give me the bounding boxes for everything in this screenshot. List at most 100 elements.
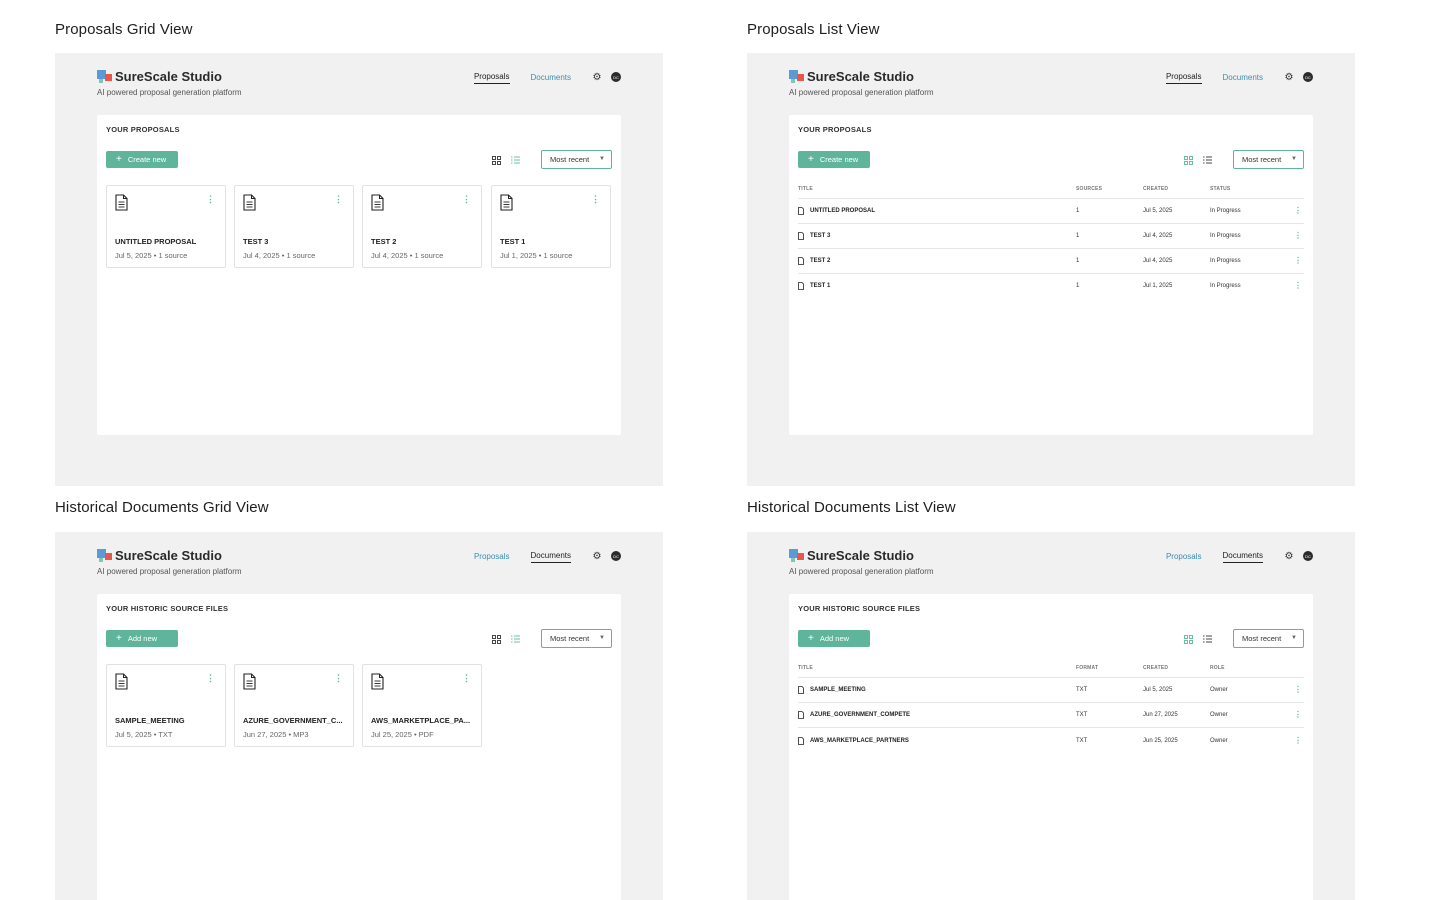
proposal-card[interactable]: ⋮ UNTITLED PROPOSAL Jul 5, 2025 • 1 sour… bbox=[106, 185, 226, 268]
sort-select[interactable]: Most recent ▼ bbox=[541, 150, 612, 169]
column-header-title[interactable]: TITLE bbox=[798, 186, 813, 192]
more-options-icon[interactable]: ⋮ bbox=[1294, 710, 1302, 719]
gear-icon[interactable]: ⚙ bbox=[592, 72, 602, 83]
more-options-icon[interactable]: ⋮ bbox=[206, 673, 215, 684]
more-options-icon[interactable]: ⋮ bbox=[206, 194, 215, 205]
nav-tab-documents[interactable]: Documents bbox=[530, 549, 571, 563]
row-title: SAMPLE_MEETING bbox=[810, 687, 866, 693]
column-header-title[interactable]: TITLE bbox=[798, 665, 813, 671]
sort-select-value: Most recent bbox=[550, 155, 590, 164]
panel-title: YOUR HISTORIC SOURCE FILES bbox=[798, 604, 921, 613]
document-icon bbox=[798, 207, 804, 215]
gear-icon[interactable]: ⚙ bbox=[1284, 551, 1294, 562]
panel-title: YOUR HISTORIC SOURCE FILES bbox=[106, 604, 229, 613]
grid-view-icon[interactable] bbox=[1183, 155, 1193, 165]
more-options-icon[interactable]: ⋮ bbox=[591, 194, 600, 205]
nav-tab-documents[interactable]: Documents bbox=[1223, 71, 1263, 84]
more-options-icon[interactable]: ⋮ bbox=[1294, 231, 1302, 240]
row-role: Owner bbox=[1210, 738, 1228, 744]
table-row[interactable]: UNTITLED PROPOSAL 1 Jul 5, 2025 In Progr… bbox=[798, 199, 1304, 224]
nav-tab-proposals[interactable]: Proposals bbox=[473, 70, 510, 84]
list-view-icon[interactable] bbox=[1202, 634, 1212, 644]
sort-select-value: Most recent bbox=[1242, 634, 1282, 643]
app-logo[interactable]: SureScale Studio bbox=[97, 548, 222, 563]
grid-view-icon[interactable] bbox=[491, 634, 501, 644]
document-icon bbox=[500, 194, 513, 211]
more-options-icon[interactable]: ⋮ bbox=[462, 194, 471, 205]
add-new-label: Add new bbox=[127, 634, 158, 643]
column-header-role[interactable]: ROLE bbox=[1210, 665, 1225, 671]
column-header-created[interactable]: CREATED bbox=[1143, 665, 1168, 671]
table-row[interactable]: TEST 2 1 Jul 4, 2025 In Progress ⋮ bbox=[798, 249, 1304, 274]
more-options-icon[interactable]: ⋮ bbox=[462, 673, 471, 684]
document-card[interactable]: ⋮ SAMPLE_MEETING Jul 5, 2025 • TXT bbox=[106, 664, 226, 747]
card-meta: Jul 4, 2025 • 1 source bbox=[243, 251, 316, 260]
nav-tab-proposals[interactable]: Proposals bbox=[1165, 70, 1202, 84]
more-options-icon[interactable]: ⋮ bbox=[1294, 256, 1302, 265]
proposal-card[interactable]: ⋮ TEST 3 Jul 4, 2025 • 1 source bbox=[234, 185, 354, 268]
create-new-button[interactable]: + Create new bbox=[106, 151, 178, 168]
list-view-icon[interactable] bbox=[510, 634, 520, 644]
table-row[interactable]: SAMPLE_MEETING TXT Jul 5, 2025 Owner ⋮ bbox=[798, 678, 1304, 703]
more-options-icon[interactable]: ⋮ bbox=[1294, 736, 1302, 745]
row-title: TEST 2 bbox=[810, 258, 831, 264]
document-icon bbox=[798, 282, 804, 290]
document-icon bbox=[798, 232, 804, 240]
table-row[interactable]: TEST 3 1 Jul 4, 2025 In Progress ⋮ bbox=[798, 224, 1304, 249]
proposal-card[interactable]: ⋮ TEST 1 Jul 1, 2025 • 1 source bbox=[491, 185, 611, 268]
card-title: UNTITLED PROPOSAL bbox=[115, 237, 197, 246]
grid-view-icon[interactable] bbox=[1183, 634, 1193, 644]
app-logo[interactable]: SureScale Studio bbox=[789, 548, 914, 563]
column-header-sources[interactable]: SOURCES bbox=[1076, 186, 1102, 192]
column-header-created[interactable]: CREATED bbox=[1143, 186, 1168, 192]
more-options-icon[interactable]: ⋮ bbox=[1294, 206, 1302, 215]
list-view-icon[interactable] bbox=[510, 155, 520, 165]
document-icon bbox=[798, 686, 804, 694]
card-meta: Jul 5, 2025 • TXT bbox=[115, 730, 173, 739]
card-title: AWS_MARKETPLACE_PA... bbox=[371, 716, 471, 725]
row-sources: 1 bbox=[1076, 283, 1080, 289]
table-row[interactable]: AZURE_GOVERNMENT_COMPETE TXT Jun 27, 202… bbox=[798, 703, 1304, 728]
proposal-card[interactable]: ⋮ TEST 2 Jul 4, 2025 • 1 source bbox=[362, 185, 482, 268]
nav-tab-documents[interactable]: Documents bbox=[1222, 549, 1263, 563]
gear-icon[interactable]: ⚙ bbox=[592, 551, 602, 562]
row-sources: 1 bbox=[1076, 233, 1080, 239]
list-view-icon[interactable] bbox=[1202, 155, 1212, 165]
gear-icon[interactable]: ⚙ bbox=[1284, 72, 1294, 83]
avatar[interactable]: DC bbox=[1303, 551, 1313, 561]
sort-select[interactable]: Most recent ▼ bbox=[541, 629, 612, 648]
add-new-button[interactable]: + Add new bbox=[798, 630, 870, 647]
document-icon bbox=[371, 673, 384, 690]
avatar[interactable]: DC bbox=[1303, 72, 1313, 82]
app-logo[interactable]: SureScale Studio bbox=[97, 69, 222, 84]
nav-tab-documents[interactable]: Documents bbox=[531, 71, 571, 84]
add-new-button[interactable]: + Add new bbox=[106, 630, 178, 647]
avatar[interactable]: DC bbox=[611, 72, 621, 82]
create-new-button[interactable]: + Create new bbox=[798, 151, 870, 168]
app-logo[interactable]: SureScale Studio bbox=[789, 69, 914, 84]
sort-select[interactable]: Most recent ▼ bbox=[1233, 629, 1304, 648]
more-options-icon[interactable]: ⋮ bbox=[1294, 281, 1302, 290]
column-header-status[interactable]: STATUS bbox=[1210, 186, 1230, 192]
nav-tab-proposals[interactable]: Proposals bbox=[474, 550, 510, 563]
create-new-label: Create new bbox=[819, 155, 859, 164]
proposals-panel: YOUR PROPOSALS + Create new Most recent … bbox=[789, 115, 1313, 435]
app-name: SureScale Studio bbox=[115, 69, 222, 84]
document-card[interactable]: ⋮ AWS_MARKETPLACE_PA... Jul 25, 2025 • P… bbox=[362, 664, 482, 747]
more-options-icon[interactable]: ⋮ bbox=[334, 194, 343, 205]
avatar[interactable]: DC bbox=[611, 551, 621, 561]
table-row[interactable]: TEST 1 1 Jul 1, 2025 In Progress ⋮ bbox=[798, 274, 1304, 299]
more-options-icon[interactable]: ⋮ bbox=[1294, 685, 1302, 694]
card-title: AZURE_GOVERNMENT_C... bbox=[243, 716, 343, 725]
more-options-icon[interactable]: ⋮ bbox=[334, 673, 343, 684]
grid-view-icon[interactable] bbox=[491, 155, 501, 165]
card-meta: Jul 5, 2025 • 1 source bbox=[115, 251, 188, 260]
nav-tab-proposals[interactable]: Proposals bbox=[1166, 550, 1202, 563]
document-icon bbox=[798, 737, 804, 745]
sort-select[interactable]: Most recent ▼ bbox=[1233, 150, 1304, 169]
document-card[interactable]: ⋮ AZURE_GOVERNMENT_C... Jun 27, 2025 • M… bbox=[234, 664, 354, 747]
column-header-format[interactable]: FORMAT bbox=[1076, 665, 1098, 671]
table-row[interactable]: AWS_MARKETPLACE_PARTNERS TXT Jun 25, 202… bbox=[798, 729, 1304, 754]
logo-icon bbox=[97, 549, 112, 562]
row-title: UNTITLED PROPOSAL bbox=[810, 208, 876, 214]
